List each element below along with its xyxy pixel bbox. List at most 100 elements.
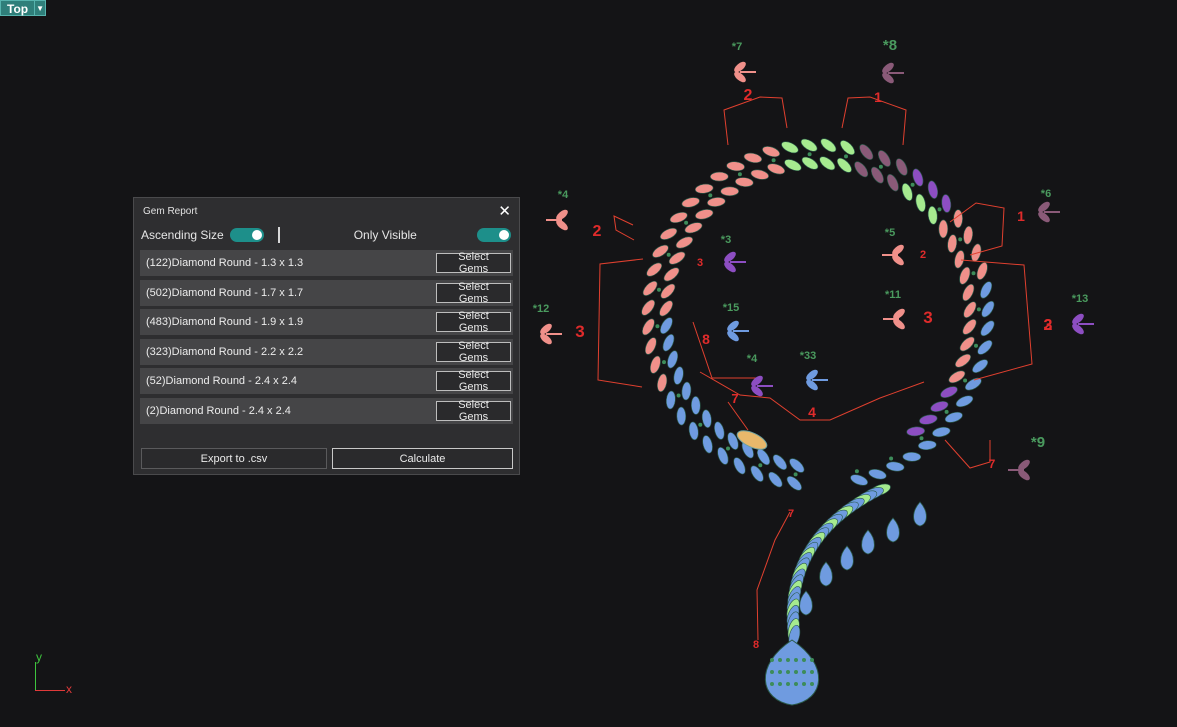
gem-accent [919, 436, 924, 441]
gem-leaf [819, 156, 836, 171]
gem-leaf [948, 370, 966, 384]
gem-leaf [959, 266, 971, 285]
gem-accent [802, 670, 806, 674]
gem-leaf [726, 161, 745, 172]
gem-count-label: *13 [1072, 293, 1089, 305]
gem-accent [944, 409, 949, 414]
gem-leaf [918, 440, 937, 451]
gem-accent [807, 152, 812, 157]
gem-leaf [877, 150, 891, 167]
gem-accent [963, 378, 968, 383]
gem-leaf [665, 390, 676, 410]
row-count-label: 2 [593, 223, 602, 240]
gem-count-label: *12 [533, 303, 550, 315]
gem-accent [662, 360, 666, 365]
gem-count-label: *5 [885, 227, 895, 239]
options-row: Ascending Size Only Visible [134, 224, 519, 246]
gem-leaf [694, 183, 714, 194]
pendant-drop [819, 561, 833, 587]
gem-leaf [673, 366, 684, 385]
gem-marker [1072, 313, 1094, 335]
gem-leaf [667, 350, 679, 369]
gem-leaf [688, 421, 699, 441]
gem-accent [958, 237, 963, 242]
select-gems-button[interactable]: Select Gems [436, 281, 511, 305]
gem-accent [786, 682, 790, 686]
row-count-label: 8 [702, 331, 710, 347]
gem-accent [794, 670, 798, 674]
gem-leaf [980, 281, 993, 299]
viewport-title[interactable]: Top [0, 0, 36, 16]
gem-leaf [836, 157, 852, 173]
gem-leaf [662, 334, 675, 352]
gem-leaf [938, 219, 949, 239]
bracket-line [723, 96, 788, 146]
gem-leaf [977, 340, 993, 355]
gem-leaf [668, 251, 686, 265]
row-count-label: 4 [808, 404, 816, 420]
only-visible-toggle[interactable] [477, 228, 511, 242]
row-count-label: 2 [920, 249, 926, 261]
gem-leaf [675, 236, 694, 249]
pendant-drop [861, 529, 875, 555]
ascending-size-toggle[interactable] [229, 228, 264, 242]
gem-leaf [720, 186, 739, 197]
bracket-line [727, 401, 749, 431]
export-csv-button[interactable]: Export to .csv [141, 448, 327, 469]
select-gems-button[interactable]: Select Gems [436, 251, 511, 275]
gem-row-label: (52)Diamond Round - 2.4 x 2.4 [146, 375, 298, 387]
gem-leaf [971, 243, 982, 262]
gem-marker [540, 323, 562, 345]
gem-count-label: *8 [883, 37, 897, 54]
gem-accent [778, 670, 782, 674]
gem-count-label: *4 [747, 353, 758, 365]
select-gems-button[interactable]: Select Gems [436, 399, 511, 423]
viewport-label[interactable]: Top ▼ [0, 0, 47, 16]
gem-marker [882, 62, 904, 84]
select-gems-button[interactable]: Select Gems [436, 369, 511, 393]
dropdown-arrow-icon[interactable]: ▼ [35, 0, 47, 16]
select-gems-button[interactable]: Select Gems [436, 310, 511, 334]
gem-accent [794, 658, 798, 662]
pendant-drop [840, 545, 854, 571]
gem-leaf [681, 197, 700, 208]
gem-leaf [972, 359, 989, 373]
gem-list: (122)Diamond Round - 1.3 x 1.3 Select Ge… [134, 250, 519, 424]
gem-leaf [915, 193, 926, 213]
gem-row-label: (323)Diamond Round - 2.2 x 2.2 [146, 345, 304, 358]
gem-leaf [919, 414, 938, 425]
gem-leaf [659, 300, 673, 317]
gem-report-panel: Gem Report ✕ Ascending Size Only Visible… [133, 197, 520, 475]
gem-accent [684, 220, 689, 225]
y-axis-line [35, 662, 36, 690]
panel-footer: Export to .csv Calculate [141, 448, 513, 469]
gem-accent [708, 193, 713, 198]
gem-accent [802, 658, 806, 662]
gem-leaf [906, 426, 925, 437]
gem-leaf [789, 458, 805, 473]
calculate-button[interactable]: Calculate [332, 448, 513, 469]
gem-leaf [750, 169, 769, 180]
close-icon[interactable]: ✕ [498, 204, 511, 219]
gem-leaf [663, 267, 680, 282]
gem-row: (483)Diamond Round - 1.9 x 1.9 Select Ge… [140, 309, 513, 335]
pendant-drop [913, 501, 927, 527]
gem-leaf [850, 474, 868, 486]
gem-accent [778, 658, 782, 662]
row-count-label: 7 [731, 391, 738, 406]
gem-leaf [941, 194, 952, 213]
select-gems-button[interactable]: Select Gems [436, 340, 511, 364]
gem-accent [655, 324, 660, 329]
gem-count-label: *15 [723, 302, 740, 314]
gem-leaf [963, 225, 973, 245]
gem-leaf [902, 451, 922, 462]
y-axis-label: y [36, 650, 42, 664]
gem-leaf [820, 138, 837, 153]
gem-marker [883, 308, 905, 330]
gem-leaf [702, 435, 713, 454]
gem-leaf [659, 227, 678, 240]
gem-leaf [644, 337, 657, 355]
row-count-label: 3 [575, 322, 584, 341]
gem-marker [751, 375, 773, 397]
gem-leaf [781, 141, 799, 154]
